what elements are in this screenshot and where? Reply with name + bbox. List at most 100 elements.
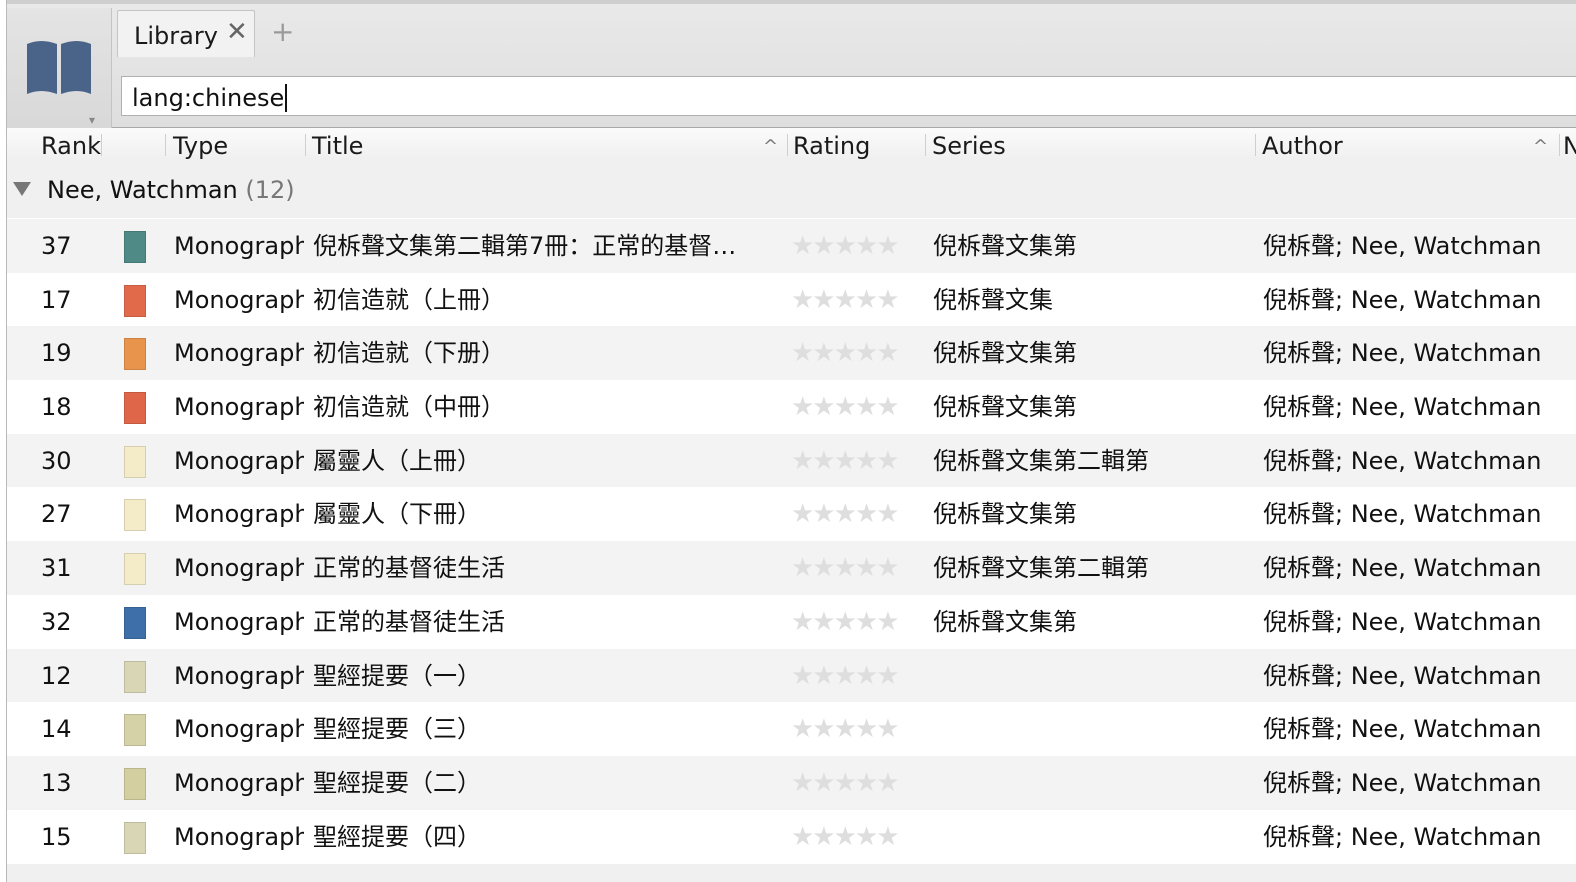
rating-stars: ★★★★★ xyxy=(791,660,900,691)
type-cell: Monograph xyxy=(174,393,304,422)
author-cell: 倪柝聲; Nee, Watchman xyxy=(1263,661,1542,690)
type-cell: Monograph xyxy=(174,607,304,636)
author-cell: 倪柝聲; Nee, Watchman xyxy=(1263,607,1542,636)
title-cell: 倪柝聲文集第二輯第7冊：正常的基督… xyxy=(313,232,737,260)
table-row[interactable]: 12 Monograph 聖經提要（一） ★★★★★ 倪柝聲; Nee, Watchma… xyxy=(7,648,1576,703)
rating-stars: ★★★★★ xyxy=(791,606,900,637)
sort-ascending-icon: ^ xyxy=(1533,136,1549,157)
group-label: Nee, Watchman (12) xyxy=(47,176,295,204)
search-input[interactable]: lang:chinese xyxy=(121,76,1576,116)
author-cell: 倪柝聲; Nee, Watchman xyxy=(1263,339,1542,368)
group-header[interactable]: Nee, Watchman (12) xyxy=(7,162,1576,218)
rating-stars: ★★★★★ xyxy=(791,392,900,423)
book-cover-thumbnail xyxy=(124,821,146,854)
series-cell: 倪柝聲文集第 xyxy=(933,339,1077,368)
column-divider[interactable] xyxy=(787,134,788,156)
table-row[interactable]: 14 Monograph 聖經提要（三） ★★★★★ 倪柝聲; Nee, Watchma… xyxy=(7,702,1576,756)
book-cover-thumbnail xyxy=(124,392,146,425)
column-header-rank[interactable]: Rank xyxy=(41,128,101,162)
rank-cell: 15 xyxy=(41,822,72,851)
column-header-author[interactable]: Author xyxy=(1262,128,1343,162)
author-cell: 倪柝聲; Nee, Watchman xyxy=(1263,715,1542,744)
type-cell: Monograph xyxy=(174,661,304,690)
library-menu-button[interactable]: ▾ xyxy=(7,8,112,128)
table-row[interactable]: 27 Monograph 屬靈人（下冊） ★★★★★ 倪柝聲文集第 倪柝聲; Nee, W… xyxy=(7,487,1576,541)
table-row[interactable]: 37 Monograph 倪柝聲文集第二輯第7冊：正常的基督… ★★★★★ 倪柝聲文集第… xyxy=(7,219,1576,273)
book-list: 37 Monograph 倪柝聲文集第二輯第7冊：正常的基督… ★★★★★ 倪柝聲文集第… xyxy=(7,219,1576,863)
author-cell: 倪柝聲; Nee, Watchman xyxy=(1263,768,1542,797)
title-cell: 聖經提要（三） xyxy=(313,715,481,744)
table-row[interactable]: 13 Monograph 聖經提要（二） ★★★★★ 倪柝聲; Nee, Watchma… xyxy=(7,755,1576,810)
type-cell: Monograph xyxy=(174,339,304,368)
column-header-next[interactable]: N xyxy=(1563,128,1576,162)
table-row[interactable]: 32 Monograph 正常的基督徒生活 ★★★★★ 倪柝聲文集第 倪柝聲; Nee, … xyxy=(7,595,1576,649)
group-count: (12) xyxy=(245,176,295,204)
type-cell: Monograph xyxy=(174,285,304,314)
type-cell: Monograph xyxy=(174,232,304,260)
book-cover-thumbnail xyxy=(124,714,146,747)
rating-stars: ★★★★★ xyxy=(791,231,900,261)
rank-cell: 17 xyxy=(41,285,72,314)
sort-ascending-icon: ^ xyxy=(763,136,779,157)
type-cell: Monograph xyxy=(174,554,304,583)
book-cover-thumbnail xyxy=(124,338,146,371)
book-cover-thumbnail xyxy=(124,284,146,317)
column-divider[interactable] xyxy=(925,134,926,156)
column-header-type[interactable]: Type xyxy=(173,128,228,162)
series-cell: 倪柝聲文集第 xyxy=(933,393,1077,422)
tab-library[interactable]: Library ✕ xyxy=(117,10,255,57)
library-window: ▾ Library ✕ + lang:chinese Rank Type Tit… xyxy=(6,0,1576,882)
title-cell: 正常的基督徒生活 xyxy=(313,607,505,636)
column-header-title[interactable]: Title xyxy=(312,128,363,162)
close-icon[interactable]: ✕ xyxy=(226,19,248,45)
book-cover-thumbnail xyxy=(124,660,146,693)
rating-stars: ★★★★★ xyxy=(791,767,900,798)
rank-cell: 30 xyxy=(41,446,72,475)
series-cell: 倪柝聲文集第二輯第 xyxy=(933,554,1149,583)
rank-cell: 14 xyxy=(41,715,72,744)
rank-cell: 37 xyxy=(41,232,72,260)
author-cell: 倪柝聲; Nee, Watchman xyxy=(1263,500,1542,529)
table-row[interactable]: 15 Monograph 聖經提要（四） ★★★★★ 倪柝聲; Nee, Watchma… xyxy=(7,810,1576,864)
title-cell: 屬靈人（下冊） xyxy=(313,500,481,529)
rating-stars: ★★★★★ xyxy=(791,553,900,584)
rating-stars: ★★★★★ xyxy=(791,714,900,745)
column-divider[interactable] xyxy=(165,134,166,156)
list-footer xyxy=(7,864,1576,882)
type-cell: Monograph xyxy=(174,500,304,529)
column-header-series[interactable]: Series xyxy=(932,128,1006,162)
title-cell: 聖經提要（四） xyxy=(313,822,481,851)
new-tab-button[interactable]: + xyxy=(271,18,294,46)
author-cell: 倪柝聲; Nee, Watchman xyxy=(1263,285,1542,314)
book-cover-thumbnail xyxy=(124,767,146,800)
column-divider[interactable] xyxy=(1559,134,1560,156)
column-header-rating[interactable]: Rating xyxy=(793,128,870,162)
author-cell: 倪柝聲; Nee, Watchman xyxy=(1263,393,1542,422)
type-cell: Monograph xyxy=(174,822,304,851)
rank-cell: 18 xyxy=(41,393,72,422)
series-cell xyxy=(933,810,1253,864)
series-cell: 倪柝聲文集第 xyxy=(933,500,1077,529)
column-divider[interactable] xyxy=(1255,134,1256,156)
author-cell: 倪柝聲; Nee, Watchman xyxy=(1263,446,1542,475)
column-divider[interactable] xyxy=(305,134,306,156)
rank-cell: 31 xyxy=(41,554,72,583)
table-row[interactable]: 30 Monograph 屬靈人（上冊） ★★★★★ 倪柝聲文集第二輯第 倪柝聲; Nee… xyxy=(7,433,1576,488)
table-row[interactable]: 17 Monograph 初信造就（上冊） ★★★★★ 倪柝聲文集 倪柝聲; Nee, W… xyxy=(7,273,1576,327)
type-cell: Monograph xyxy=(174,715,304,744)
title-cell: 聖經提要（二） xyxy=(313,768,481,797)
rank-cell: 19 xyxy=(41,339,72,368)
table-row[interactable]: 19 Monograph 初信造就（下册） ★★★★★ 倪柝聲文集第 倪柝聲; Nee, … xyxy=(7,326,1576,381)
table-row[interactable]: 31 Monograph 正常的基督徒生活 ★★★★★ 倪柝聲文集第二輯第 倪柝聲; Ne… xyxy=(7,541,1576,595)
author-cell: 倪柝聲; Nee, Watchman xyxy=(1263,232,1542,260)
series-cell xyxy=(933,756,1253,810)
book-cover-thumbnail xyxy=(124,553,146,586)
table-row[interactable]: 18 Monograph 初信造就（中冊） ★★★★★ 倪柝聲文集第 倪柝聲; Nee, … xyxy=(7,380,1576,434)
column-divider[interactable] xyxy=(101,134,102,156)
disclosure-triangle-icon[interactable] xyxy=(13,182,31,196)
book-cover-thumbnail xyxy=(124,499,146,532)
group-name: Nee, Watchman xyxy=(47,176,238,204)
series-cell xyxy=(933,649,1253,703)
type-cell: Monograph xyxy=(174,768,304,797)
rank-cell: 27 xyxy=(41,500,72,529)
